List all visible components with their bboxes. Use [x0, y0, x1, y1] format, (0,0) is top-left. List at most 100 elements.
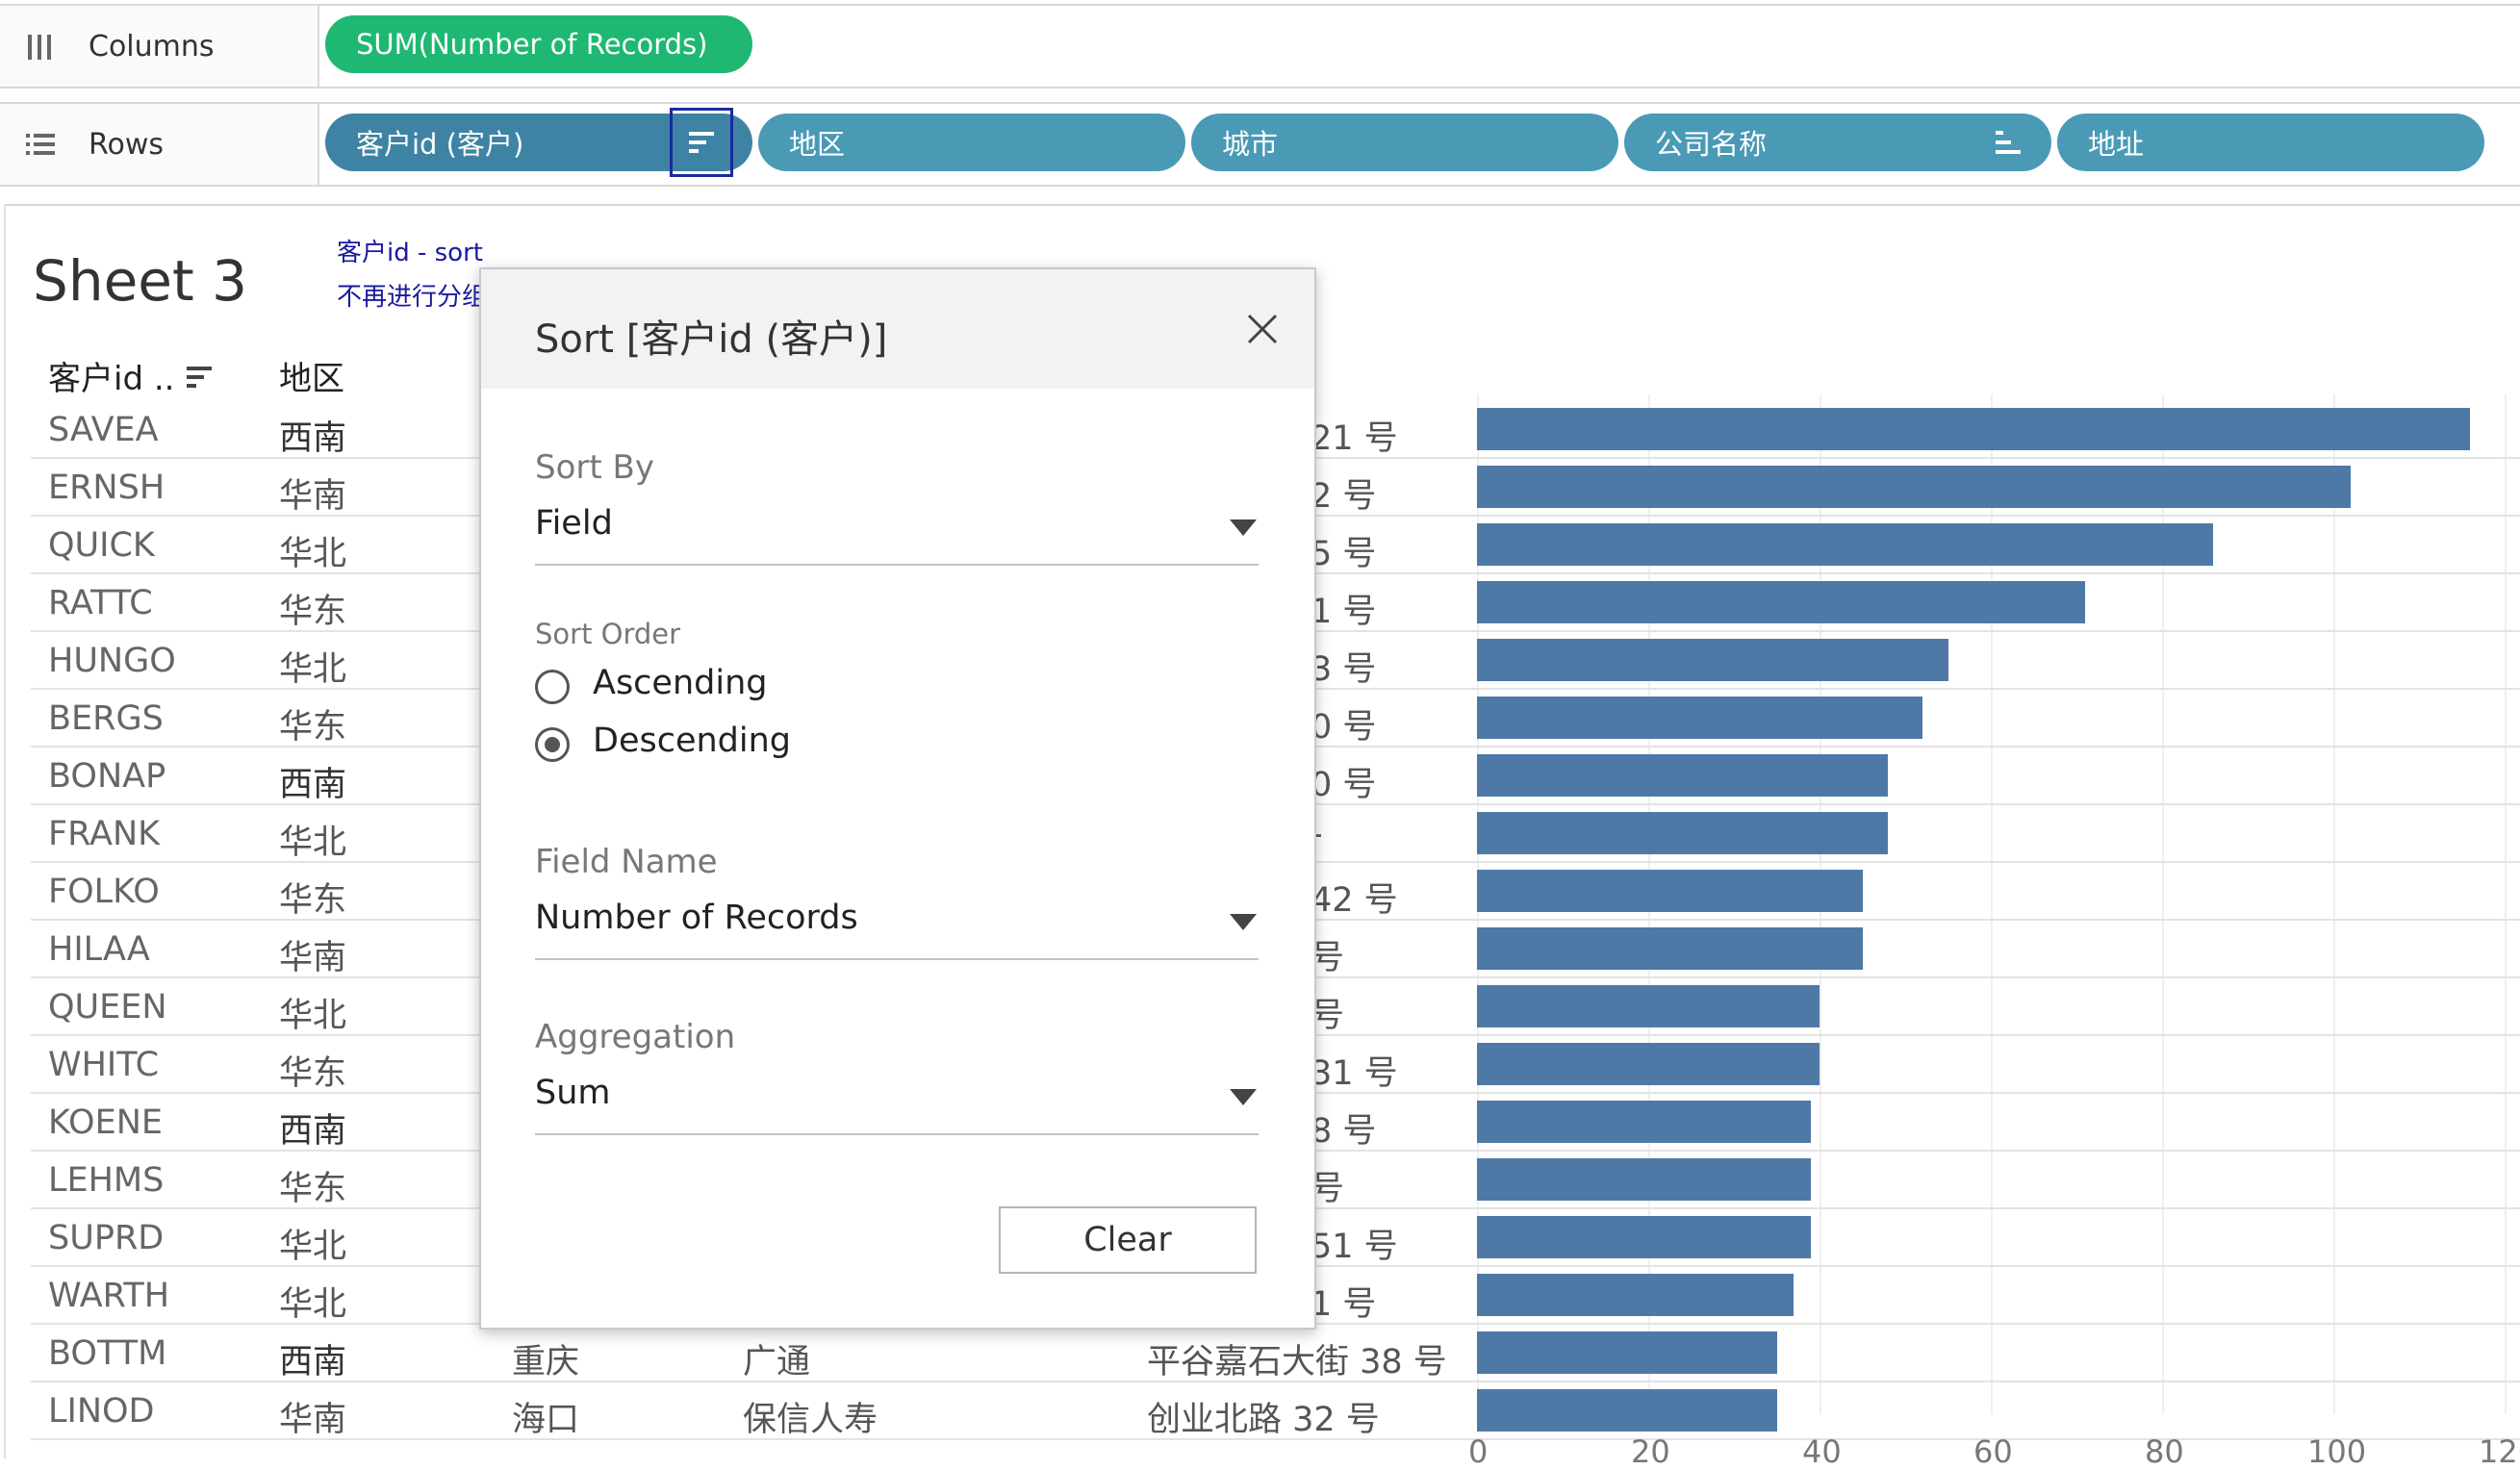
- record-count-bar[interactable]: [1477, 985, 1820, 1027]
- region-cell: 华东: [279, 881, 347, 920]
- pill-label: 城市: [1222, 128, 1279, 161]
- sum-number-of-records-pill[interactable]: SUM(Number of Records): [325, 15, 752, 73]
- field-name-select[interactable]: Number of Records: [535, 899, 858, 937]
- address-cell: 5 号: [1311, 535, 1377, 573]
- record-count-bar[interactable]: [1477, 927, 1863, 970]
- record-count-bar[interactable]: [1477, 870, 1863, 912]
- region-cell: 华东: [279, 1170, 347, 1208]
- region-cell: 华北: [279, 824, 347, 862]
- sort-order-label: Sort Order: [535, 618, 681, 650]
- customer-id-cell: SAVEA: [48, 411, 159, 449]
- aggregation-select[interactable]: Sum: [535, 1074, 611, 1112]
- field-name-underline: [535, 958, 1259, 960]
- axis-tick-label: 0: [1468, 1433, 1489, 1470]
- address-cell: 21 号: [1311, 419, 1398, 458]
- table-row[interactable]: BOTTM 西南 重庆 广通 平谷嘉石大街 38 号: [31, 1325, 2520, 1382]
- customer-id-cell: BOTTM: [48, 1334, 167, 1373]
- record-count-bar[interactable]: [1477, 1158, 1811, 1201]
- record-count-bar[interactable]: [1477, 639, 1948, 681]
- descending-label[interactable]: Descending: [593, 722, 791, 760]
- address-cell: 3 号: [1311, 650, 1377, 689]
- city-cell: 海口: [512, 1401, 580, 1439]
- pill-customer-id[interactable]: 客户id (客户): [325, 108, 752, 177]
- customer-id-cell: QUICK: [48, 526, 155, 565]
- rows-shelf: Rows 客户id (客户) 地区 城市 公司名称 地址: [0, 102, 2520, 187]
- sort-by-select[interactable]: Field: [535, 504, 613, 543]
- address-cell: 8 号: [1311, 1112, 1377, 1151]
- columns-shelf: Columns SUM(Number of Records): [0, 4, 2520, 89]
- customer-id-cell: LEHMS: [48, 1161, 165, 1200]
- address-cell: 51 号: [1311, 1228, 1398, 1266]
- dialog-title: Sort [客户id (客户)]: [535, 317, 888, 362]
- chevron-down-icon[interactable]: [1230, 520, 1257, 536]
- record-count-bar[interactable]: [1477, 523, 2213, 566]
- aggregation-label: Aggregation: [535, 1018, 736, 1056]
- ascending-label[interactable]: Ascending: [593, 664, 767, 702]
- pill-label: SUM(Number of Records): [356, 28, 708, 61]
- header-customer-id[interactable]: 客户id ..: [48, 352, 214, 399]
- pill-region[interactable]: 地区: [758, 114, 1185, 171]
- region-cell: 华北: [279, 1228, 347, 1266]
- pill-company-name[interactable]: 公司名称: [1624, 114, 2051, 171]
- customer-id-cell: BONAP: [48, 757, 166, 796]
- customer-id-cell: SUPRD: [48, 1219, 165, 1257]
- record-count-bar[interactable]: [1477, 697, 1922, 739]
- customer-id-cell: FOLKO: [48, 873, 160, 911]
- region-cell: 西南: [279, 419, 347, 458]
- record-count-bar[interactable]: [1477, 581, 2085, 623]
- region-cell: 华北: [279, 650, 347, 689]
- sort-indicator-button[interactable]: [670, 108, 733, 177]
- record-count-bar[interactable]: [1477, 1389, 1777, 1432]
- close-icon[interactable]: [1245, 312, 1280, 346]
- address-cell: 创业北路 32 号: [1147, 1401, 1380, 1439]
- customer-id-cell: BERGS: [48, 699, 164, 738]
- region-cell: 华北: [279, 1285, 347, 1324]
- record-count-bar[interactable]: [1477, 466, 2351, 508]
- columns-label: Columns: [89, 29, 215, 63]
- record-count-bar[interactable]: [1477, 408, 2470, 450]
- record-count-bar[interactable]: [1477, 754, 1888, 797]
- pill-label: 地区: [789, 128, 846, 161]
- pill-label: 地址: [2088, 128, 2145, 161]
- record-count-bar[interactable]: [1477, 1216, 1811, 1258]
- clear-button[interactable]: Clear: [999, 1206, 1257, 1274]
- chevron-down-icon[interactable]: [1230, 1089, 1257, 1105]
- table-row[interactable]: LINOD 华南 海口 保信人寿 创业北路 32 号: [31, 1382, 2520, 1440]
- record-count-bar[interactable]: [1477, 1101, 1811, 1143]
- company-cell: 广通: [743, 1343, 811, 1381]
- record-count-bar[interactable]: [1477, 812, 1888, 854]
- record-count-bar[interactable]: [1477, 1274, 1794, 1316]
- axis-tick-label: 120: [2479, 1433, 2520, 1470]
- region-cell: 西南: [279, 1112, 347, 1151]
- ascending-radio[interactable]: [535, 670, 570, 704]
- sort-by-label: Sort By: [535, 448, 654, 487]
- region-cell: 华南: [279, 1401, 347, 1439]
- axis-tick-label: 40: [1802, 1433, 1842, 1470]
- address-cell: 42 号: [1311, 881, 1398, 920]
- customer-id-cell: RATTC: [48, 584, 153, 622]
- customer-id-cell: WHITC: [48, 1046, 160, 1084]
- header-label: 客户id ..: [48, 360, 175, 398]
- address-cell: 平谷嘉石大街 38 号: [1147, 1343, 1447, 1381]
- chevron-down-icon[interactable]: [1230, 914, 1257, 930]
- sort-dialog: Sort [客户id (客户)] Sort By Field Sort Orde…: [479, 267, 1316, 1330]
- region-cell: 西南: [279, 1343, 347, 1381]
- rows-shelf-label: Rows: [0, 104, 319, 185]
- address-cell: 0 号: [1311, 708, 1377, 747]
- customer-id-cell: WARTH: [48, 1277, 170, 1315]
- region-cell: 华东: [279, 1054, 347, 1093]
- customer-id-cell: FRANK: [48, 815, 161, 853]
- address-cell: 31 号: [1311, 1054, 1398, 1093]
- customer-id-cell: HILAA: [48, 930, 150, 969]
- header-region: 地区: [279, 360, 344, 398]
- record-count-bar[interactable]: [1477, 1331, 1777, 1374]
- address-cell: 1 号: [1311, 1285, 1377, 1324]
- customer-id-cell: LINOD: [48, 1392, 155, 1431]
- axis-tick-label: 80: [2145, 1433, 2184, 1470]
- pill-city[interactable]: 城市: [1191, 114, 1618, 171]
- record-count-bar[interactable]: [1477, 1043, 1820, 1085]
- axis-tick-label: 60: [1973, 1433, 2013, 1470]
- descending-radio[interactable]: [535, 727, 570, 762]
- pill-address[interactable]: 地址: [2057, 114, 2484, 171]
- customer-id-cell: HUNGO: [48, 642, 176, 680]
